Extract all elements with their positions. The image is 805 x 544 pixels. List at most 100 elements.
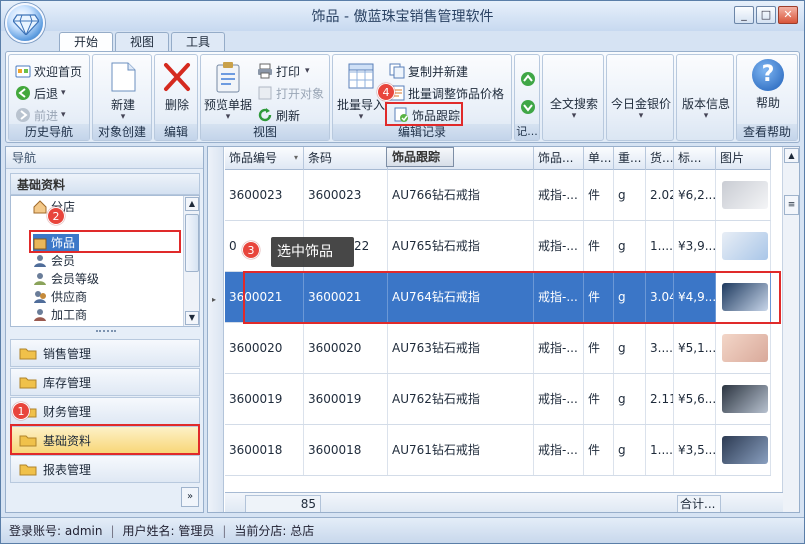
preview-button[interactable]: 预览单据 ▾	[204, 61, 252, 122]
sum-cell[interactable]: 合计...	[677, 495, 721, 512]
table-cell-image[interactable]	[716, 425, 771, 475]
col-header-barcode[interactable]: 条码	[304, 147, 388, 170]
app-logo-icon[interactable]	[5, 3, 45, 43]
table-cell-w[interactable]: g	[614, 374, 646, 424]
table-cell-cat[interactable]: 戒指-...	[534, 425, 584, 475]
forward-button[interactable]: 前进 ▾	[15, 105, 66, 125]
table-cell-name[interactable]: AU762钻石戒指	[388, 374, 534, 424]
table-cell-cat[interactable]: 戒指-...	[534, 221, 584, 271]
table-cell-image[interactable]	[716, 323, 771, 373]
col-header-category[interactable]: 饰品...	[534, 147, 584, 170]
nav-button-sales[interactable]: 销售管理	[10, 339, 200, 367]
print-button[interactable]: 打印 ▾	[257, 61, 310, 81]
col-header-id[interactable]: 饰品编号 ▾	[225, 147, 304, 170]
tree-item-member[interactable]: 会员	[33, 252, 75, 269]
nav-button-reports[interactable]: 报表管理	[10, 455, 200, 483]
table-cell-image[interactable]	[716, 221, 771, 271]
table-cell-code[interactable]: 3600020	[304, 323, 388, 373]
table-cell-cat[interactable]: 戒指-...	[534, 170, 584, 220]
nav-button-finance[interactable]: 财务管理	[10, 397, 200, 425]
scroll-down-arrow-icon[interactable]: ▼	[185, 311, 199, 325]
grid-scroll-up-icon[interactable]: ▲	[784, 148, 799, 163]
table-cell-unit[interactable]: 件	[584, 323, 614, 373]
copy-and-new-button[interactable]: 复制并新建	[389, 61, 468, 81]
splitter-grip[interactable]	[96, 330, 116, 334]
table-cell-g[interactable]: 1....	[646, 221, 674, 271]
back-button[interactable]: 后退 ▾	[15, 83, 66, 103]
table-cell-g[interactable]: 2.11	[646, 374, 674, 424]
col-header-goods[interactable]: 货...	[646, 147, 674, 170]
table-cell-g[interactable]: 2.02	[646, 170, 674, 220]
table-cell-unit[interactable]: 件	[584, 374, 614, 424]
tab-tools[interactable]: 工具	[171, 32, 226, 51]
tab-start[interactable]: 开始	[59, 32, 114, 52]
table-cell-g[interactable]: 1....	[646, 425, 674, 475]
nav-more-button[interactable]: »	[181, 487, 199, 507]
table-cell-price[interactable]: ¥5,6...	[674, 374, 716, 424]
scroll-thumb[interactable]	[185, 214, 199, 272]
table-row[interactable]: 3600018 3600018 AU761钻石戒指 戒指-... 件 g 1.... ¥3,5…	[225, 425, 771, 476]
gold-price-button[interactable]: 今日金银价 ▾	[609, 95, 673, 121]
table-cell-unit[interactable]: 件	[584, 221, 614, 271]
tree-item-supplier[interactable]: 供应商	[33, 288, 87, 305]
table-cell-w[interactable]: g	[614, 425, 646, 475]
open-object-button[interactable]: 打开对象	[257, 83, 324, 103]
table-row[interactable]: 36000233600023AU766钻石戒指戒指-...件g2.02¥6,2.…	[225, 170, 771, 221]
close-button[interactable]: ✕	[778, 6, 798, 24]
col-header-weight[interactable]: 重...	[614, 147, 646, 170]
table-cell-name[interactable]: AU766钻石戒指	[388, 170, 534, 220]
table-cell-image[interactable]	[716, 170, 771, 220]
table-cell-id[interactable]: 3600023	[225, 170, 304, 220]
tab-view[interactable]: 视图	[115, 32, 170, 51]
table-cell-unit[interactable]: 件	[584, 170, 614, 220]
scroll-up-arrow-icon[interactable]: ▲	[185, 197, 199, 211]
minimize-button[interactable]: _	[734, 6, 754, 24]
home-button[interactable]: 欢迎首页	[15, 61, 82, 81]
home-icon	[15, 63, 31, 79]
col-header-unit[interactable]: 单...	[584, 147, 614, 170]
table-cell-cat[interactable]: 戒指-...	[534, 323, 584, 373]
grid-scrollbar[interactable]: ▲ ≡	[782, 147, 799, 512]
grid-scroll-thumb[interactable]: ≡	[784, 195, 799, 215]
refresh-button[interactable]: 刷新	[257, 105, 300, 125]
copy-icon	[389, 63, 405, 79]
move-up-button[interactable]	[520, 69, 539, 89]
col-header-image[interactable]: 图片	[716, 147, 771, 170]
move-down-button[interactable]	[520, 97, 539, 117]
group-label-create: 对象创建	[93, 124, 151, 140]
table-cell-name[interactable]: AU761钻石戒指	[388, 425, 534, 475]
table-cell-g[interactable]: 3....	[646, 323, 674, 373]
table-cell-price[interactable]: ¥3,5...	[674, 425, 716, 475]
table-cell-cat[interactable]: 戒指-...	[534, 374, 584, 424]
table-row[interactable]: 36000193600019AU762钻石戒指戒指-...件g2.11¥5,6.…	[225, 374, 771, 425]
table-cell-code[interactable]: 3600018	[304, 425, 388, 475]
table-cell-code[interactable]: 3600023	[304, 170, 388, 220]
nav-button-inventory[interactable]: 库存管理	[10, 368, 200, 396]
new-button[interactable]: 新建 ▾	[101, 61, 145, 122]
table-cell-unit[interactable]: 件	[584, 425, 614, 475]
table-cell-price[interactable]: ¥5,1...	[674, 323, 716, 373]
table-cell-name[interactable]: AU765钻石戒指	[388, 221, 534, 271]
delete-button[interactable]: 删除	[159, 61, 195, 113]
col-header-price[interactable]: 标...	[674, 147, 716, 170]
table-cell-w[interactable]: g	[614, 323, 646, 373]
batch-adjust-price-button[interactable]: 批量调整饰品价格	[389, 83, 504, 103]
table-cell-code[interactable]: 3600019	[304, 374, 388, 424]
table-cell-w[interactable]: g	[614, 170, 646, 220]
fulltext-search-button[interactable]: 全文搜索 ▾	[546, 95, 602, 121]
table-row[interactable]: 3600020 3600020 AU763钻石戒指 戒指-... 件 g 3.... ¥5,1…	[225, 323, 771, 374]
tree-item-processor[interactable]: 加工商	[33, 306, 87, 323]
table-cell-image[interactable]	[716, 374, 771, 424]
table-cell-id[interactable]: 3600018	[225, 425, 304, 475]
version-info-button[interactable]: 版本信息 ▾	[679, 95, 733, 121]
table-cell-price[interactable]: ¥3,9...	[674, 221, 716, 271]
table-cell-price[interactable]: ¥6,2...	[674, 170, 716, 220]
table-cell-w[interactable]: g	[614, 221, 646, 271]
maximize-button[interactable]: □	[756, 6, 776, 24]
table-cell-name[interactable]: AU763钻石戒指	[388, 323, 534, 373]
nav-tree-scrollbar[interactable]: ▲ ▼	[183, 196, 199, 326]
table-cell-id[interactable]: 3600020	[225, 323, 304, 373]
help-button[interactable]: ? 帮助	[743, 59, 793, 111]
table-cell-id[interactable]: 3600019	[225, 374, 304, 424]
tree-item-member-level[interactable]: 会员等级	[33, 270, 99, 287]
